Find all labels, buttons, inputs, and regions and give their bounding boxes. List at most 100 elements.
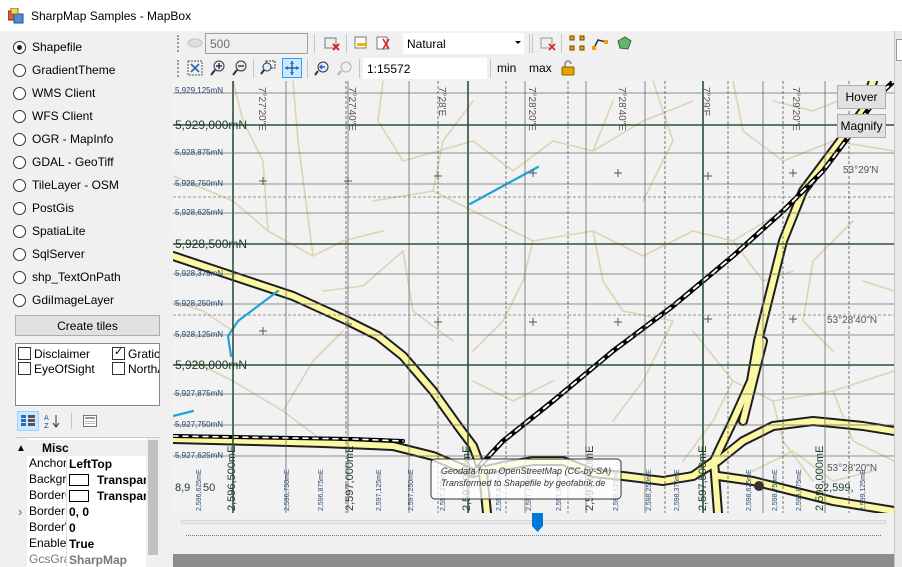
zoom-out-icon[interactable]	[230, 58, 250, 78]
number-input[interactable]: 500	[205, 33, 308, 54]
magnify-button[interactable]: Magnify	[837, 114, 886, 138]
layer-item-eyeofsight[interactable]: EyeOfSight	[18, 361, 95, 376]
add-polygon-icon[interactable]	[614, 33, 634, 53]
northing-minor-label: 5,928,875mN	[175, 148, 223, 157]
property-value-cell[interactable]: Transparent	[67, 488, 155, 504]
latitude-label: 53°28'40"N	[827, 315, 877, 326]
color-swatch	[69, 474, 89, 486]
property-row[interactable]: BackgroundColorTransparent	[27, 472, 155, 488]
map-canvas[interactable]: 5,929,000mN 5,928,500mN 5,928,000mN 5,929,1…	[173, 81, 894, 513]
zoom-in-icon[interactable]	[208, 58, 228, 78]
slider-thumb[interactable]	[532, 513, 544, 532]
longitude-label: 7°28'E	[436, 87, 447, 117]
collapse-icon[interactable]: ▲	[15, 443, 27, 454]
min-zoom-label[interactable]: min	[497, 61, 516, 75]
partial-label: 2,599,	[823, 482, 854, 494]
sort-alphabetical-icon[interactable]: AZ	[42, 411, 64, 431]
property-grid-scrollbar[interactable]	[146, 438, 160, 567]
sample-label: SpatiaLite	[32, 224, 86, 238]
sample-radio-shp-textonpath[interactable]: shp_TextOnPath	[13, 268, 121, 286]
lock-icon[interactable]	[558, 58, 578, 78]
property-value-cell[interactable]: LeftTop	[67, 456, 155, 472]
scale-input[interactable]: 1:15572	[363, 58, 487, 79]
radio-button[interactable]	[13, 293, 26, 307]
map-symbol	[754, 481, 764, 491]
remove-feature-icon[interactable]	[538, 33, 558, 53]
zoom-slider[interactable]	[173, 513, 894, 554]
sample-radio-gdal-geotiff[interactable]: GDAL - GeoTiff	[13, 153, 114, 171]
expand-icon[interactable]: ›	[18, 504, 22, 519]
property-pages-icon[interactable]	[79, 411, 101, 431]
radio-button[interactable]	[13, 40, 26, 54]
sample-radio-tilelayer-osm[interactable]: TileLayer - OSM	[13, 176, 119, 194]
radio-button[interactable]	[13, 224, 26, 238]
property-value-cell[interactable]: Transparent	[67, 472, 155, 488]
remove-layer-icon[interactable]	[322, 33, 342, 53]
chevron-down-icon[interactable]	[515, 41, 521, 44]
property-row[interactable]: EnabledTrue	[27, 536, 155, 552]
zoom-previous-icon[interactable]	[312, 58, 332, 78]
max-zoom-label[interactable]: max	[529, 61, 552, 75]
longitude-label: 7°28'20"E	[526, 87, 537, 131]
property-value-cell[interactable]: SharpMap	[67, 552, 155, 567]
checkbox[interactable]	[112, 362, 125, 375]
property-name: BorderMargin	[29, 504, 67, 520]
radio-button[interactable]	[13, 155, 26, 169]
longitude-label: 7°27'20"E	[256, 87, 267, 131]
zoom-next-icon[interactable]	[335, 58, 355, 78]
layer-item-graticule[interactable]: Graticule	[112, 345, 159, 361]
zoom-window-icon[interactable]	[258, 58, 278, 78]
property-name: Enabled	[29, 536, 67, 552]
northing-minor-label: 5,928,250mN	[175, 299, 223, 308]
sample-radio-shapefile[interactable]: Shapefile	[13, 38, 82, 56]
categorized-view-icon[interactable]	[17, 410, 39, 431]
sample-radio-postgis[interactable]: PostGis	[13, 199, 74, 217]
sample-radio-wms-client[interactable]: WMS Client	[13, 84, 95, 102]
radio-button[interactable]	[13, 201, 26, 215]
create-tiles-button[interactable]: Create tiles	[15, 315, 160, 336]
category-row[interactable]: ▲ Misc	[15, 440, 146, 456]
sample-radio-ogr-mapinfo[interactable]: OGR - MapInfo	[13, 130, 113, 148]
easting-minor-label: 2,597,250mE	[408, 469, 415, 511]
clear-style-icon[interactable]	[374, 33, 394, 53]
sample-label: shp_TextOnPath	[32, 270, 121, 284]
sample-radio-sqlserver[interactable]: SqlServer	[13, 245, 85, 263]
zoom-extents-icon[interactable]	[185, 58, 205, 78]
add-points-icon[interactable]	[567, 33, 587, 53]
property-row[interactable]: BorderWidth0	[27, 520, 155, 536]
pan-icon[interactable]	[282, 58, 302, 78]
sample-radio-wfs-client[interactable]: WFS Client	[13, 107, 93, 125]
sample-radio-gdiimagelayer[interactable]: GdiImageLayer	[13, 291, 114, 309]
property-row[interactable]: Anchor LeftTop	[27, 456, 155, 472]
title-bar: SharpMap Samples - MapBox	[0, 0, 902, 31]
sample-radio-gradienttheme[interactable]: GradientTheme	[13, 61, 115, 79]
radio-button[interactable]	[13, 63, 26, 77]
projection-combo[interactable]: Natural	[403, 33, 524, 54]
hover-button[interactable]: Hover	[837, 85, 886, 109]
sample-radio-spatialite[interactable]: SpatiaLite	[13, 222, 85, 240]
property-value-cell[interactable]: True	[67, 536, 155, 552]
layer-icon[interactable]	[185, 33, 205, 53]
radio-button[interactable]	[13, 86, 26, 100]
radio-button[interactable]	[13, 132, 26, 146]
property-row[interactable]: GcsGraticuleStyleSharpMap	[27, 552, 155, 567]
checkbox[interactable]	[18, 347, 31, 360]
checkbox[interactable]	[18, 362, 31, 375]
radio-button[interactable]	[13, 178, 26, 192]
map-view[interactable]: 5,929,000mN 5,928,500mN 5,928,000mN 5,929,1…	[173, 81, 894, 513]
layer-item-disclaimer[interactable]: Disclaimer	[18, 346, 90, 361]
radio-button[interactable]	[13, 270, 26, 284]
property-row[interactable]: BorderMargin0, 0	[27, 504, 155, 520]
property-value: 0	[69, 521, 76, 535]
property-row[interactable]: BorderColorTransparent	[27, 488, 155, 504]
property-name: BorderColor	[29, 488, 67, 504]
partial-label: 50	[203, 482, 215, 494]
radio-button[interactable]	[13, 109, 26, 123]
edit-layer-icon[interactable]	[352, 33, 372, 53]
checkbox[interactable]	[112, 345, 125, 360]
property-value-cell[interactable]: 0, 0	[67, 504, 155, 520]
add-line-icon[interactable]	[590, 33, 610, 53]
radio-button[interactable]	[13, 247, 26, 261]
property-value-cell[interactable]: 0	[67, 520, 155, 536]
layer-item-northarrow[interactable]: NorthArrow	[112, 361, 159, 376]
